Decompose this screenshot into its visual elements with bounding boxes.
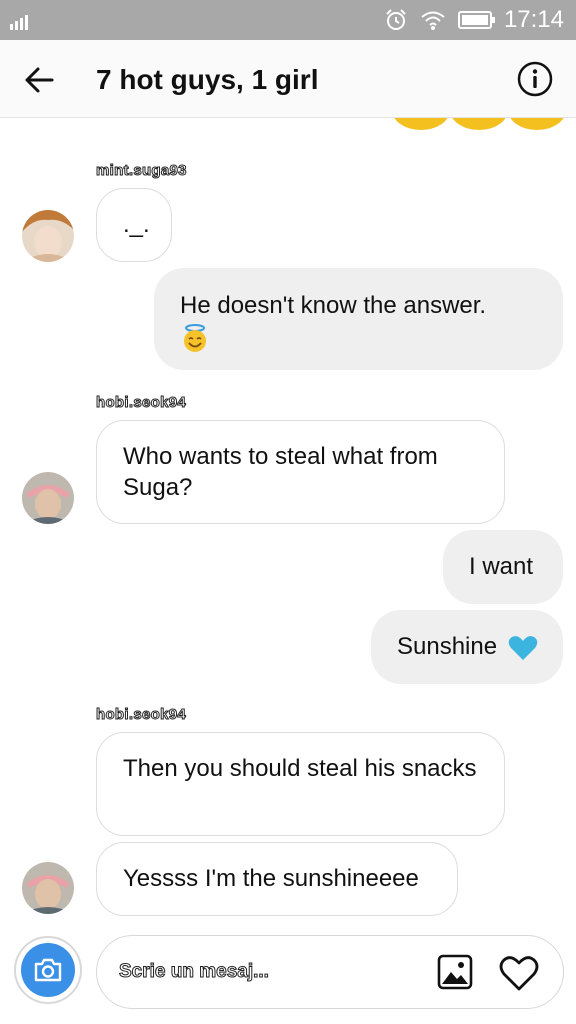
- message-text: Then you should steal his snacks: [123, 755, 477, 782]
- camera-icon: [34, 958, 62, 982]
- alarm-icon: [386, 9, 406, 30]
- avatar[interactable]: [22, 862, 74, 914]
- signal-icon: [10, 8, 28, 30]
- message-text: He doesn't know the answer.: [180, 292, 487, 319]
- emoji-icon: [392, 118, 450, 130]
- message-bubble[interactable]: ._.: [96, 188, 172, 262]
- battery-icon: [457, 11, 495, 29]
- message-bubble[interactable]: Yessss I'm the sunshineeee: [96, 842, 458, 916]
- message-text: ._.: [123, 211, 150, 238]
- emoji-icon: [508, 118, 566, 130]
- sender-name[interactable]: hobi.seok94: [96, 394, 187, 412]
- wifi-icon: [421, 11, 445, 30]
- sender-name[interactable]: mint.suga93: [96, 162, 188, 180]
- smiling-face-with-halo-icon: [184, 323, 206, 352]
- message-bubble[interactable]: He doesn't know the answer.: [154, 268, 563, 370]
- message-input-container[interactable]: [96, 935, 564, 1009]
- message-input[interactable]: [119, 954, 419, 990]
- message-bubble[interactable]: Sunshine: [371, 610, 563, 684]
- message-text: Who wants to steal what from Suga?: [123, 443, 438, 501]
- status-time: 17:14: [503, 6, 564, 33]
- message-bubble[interactable]: Then you should steal his snacks: [96, 732, 505, 836]
- info-icon[interactable]: [516, 60, 554, 98]
- status-bar: 17:14: [0, 0, 576, 40]
- message-bubble[interactable]: Who wants to steal what from Suga?: [96, 420, 505, 524]
- arrow-left-icon[interactable]: [22, 62, 58, 98]
- message-list[interactable]: mint.suga93 ._. He doesn't know the answ…: [0, 118, 576, 930]
- chat-header: 7 hot guys, 1 girl: [0, 40, 576, 118]
- message-text: I want: [469, 553, 534, 580]
- blue-heart-icon: [508, 635, 538, 660]
- camera-button[interactable]: [14, 936, 82, 1004]
- heart-icon[interactable]: [499, 954, 539, 992]
- image-icon[interactable]: [437, 954, 473, 990]
- avatar[interactable]: [22, 210, 74, 262]
- chat-title[interactable]: 7 hot guys, 1 girl: [96, 64, 318, 96]
- message-text: Yessss I'm the sunshineeee: [123, 865, 419, 892]
- message-composer: [0, 930, 576, 1024]
- message-bubble[interactable]: I want: [443, 530, 563, 604]
- sender-name[interactable]: hobi.seok94: [96, 706, 187, 724]
- avatar[interactable]: [22, 472, 74, 524]
- emoji-icon: [450, 118, 508, 130]
- message-text: Sunshine: [397, 633, 498, 660]
